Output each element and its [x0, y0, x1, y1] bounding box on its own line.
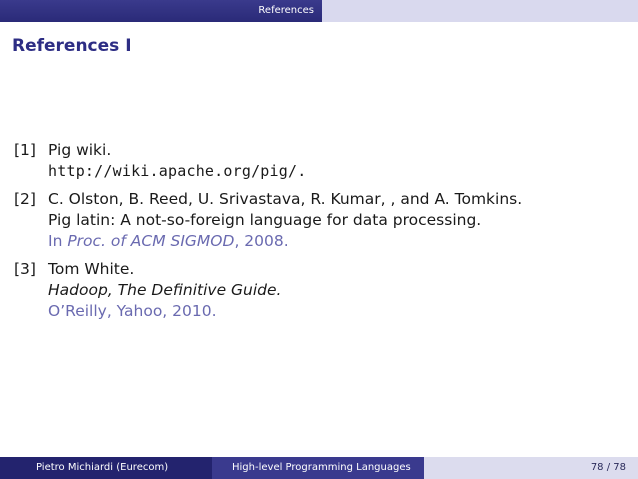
reference-venue-prefix: In — [48, 232, 68, 250]
reference-title: Pig latin: A not-so-foreign language for… — [48, 211, 482, 229]
reference-number: [2] — [14, 190, 36, 208]
footer-title-box: High-level Programming Languages — [212, 457, 424, 479]
footer-talk-title: High-level Programming Languages — [232, 462, 411, 473]
footer-author-box: Pietro Michiardi (Eurecom) — [0, 457, 212, 479]
reference-author: Pig wiki. — [48, 141, 112, 159]
reference-item-3: [3] Tom White. Hadoop, The Definitive Gu… — [14, 259, 624, 322]
reference-author: C. Olston, B. Reed, U. Srivastava, R. Ku… — [48, 190, 523, 208]
section-nav-left: References — [0, 0, 322, 22]
footer-bar: Pietro Michiardi (Eurecom) High-level Pr… — [0, 457, 638, 479]
reference-venue: Proc. of ACM SIGMOD — [67, 232, 235, 250]
page-number: 78 / 78 — [590, 462, 626, 473]
section-nav-right — [322, 0, 638, 22]
footer-page-box: 78 / 78 — [424, 457, 638, 479]
section-label[interactable]: References — [258, 5, 314, 16]
footer-author: Pietro Michiardi (Eurecom) — [36, 462, 169, 473]
reference-item-1: [1] Pig wiki. http://wiki.apache.org/pig… — [14, 140, 624, 182]
top-navigation-bar: References — [0, 0, 638, 22]
frame-title: References I — [12, 36, 132, 56]
reference-venue-suffix: , 2008. — [234, 232, 289, 250]
reference-item-2: [2] C. Olston, B. Reed, U. Srivastava, R… — [14, 189, 624, 252]
references-list: [1] Pig wiki. http://wiki.apache.org/pig… — [14, 140, 624, 329]
reference-venue-line: In Proc. of ACM SIGMOD, 2008. — [48, 231, 624, 252]
reference-title: Hadoop, The Definitive Guide. — [48, 281, 282, 299]
reference-url[interactable]: http://wiki.apache.org/pig/. — [48, 161, 624, 182]
reference-author: Tom White. — [48, 260, 135, 278]
reference-number: [3] — [14, 260, 36, 278]
reference-publisher: O’Reilly, Yahoo, 2010. — [48, 302, 217, 320]
reference-number: [1] — [14, 141, 36, 159]
